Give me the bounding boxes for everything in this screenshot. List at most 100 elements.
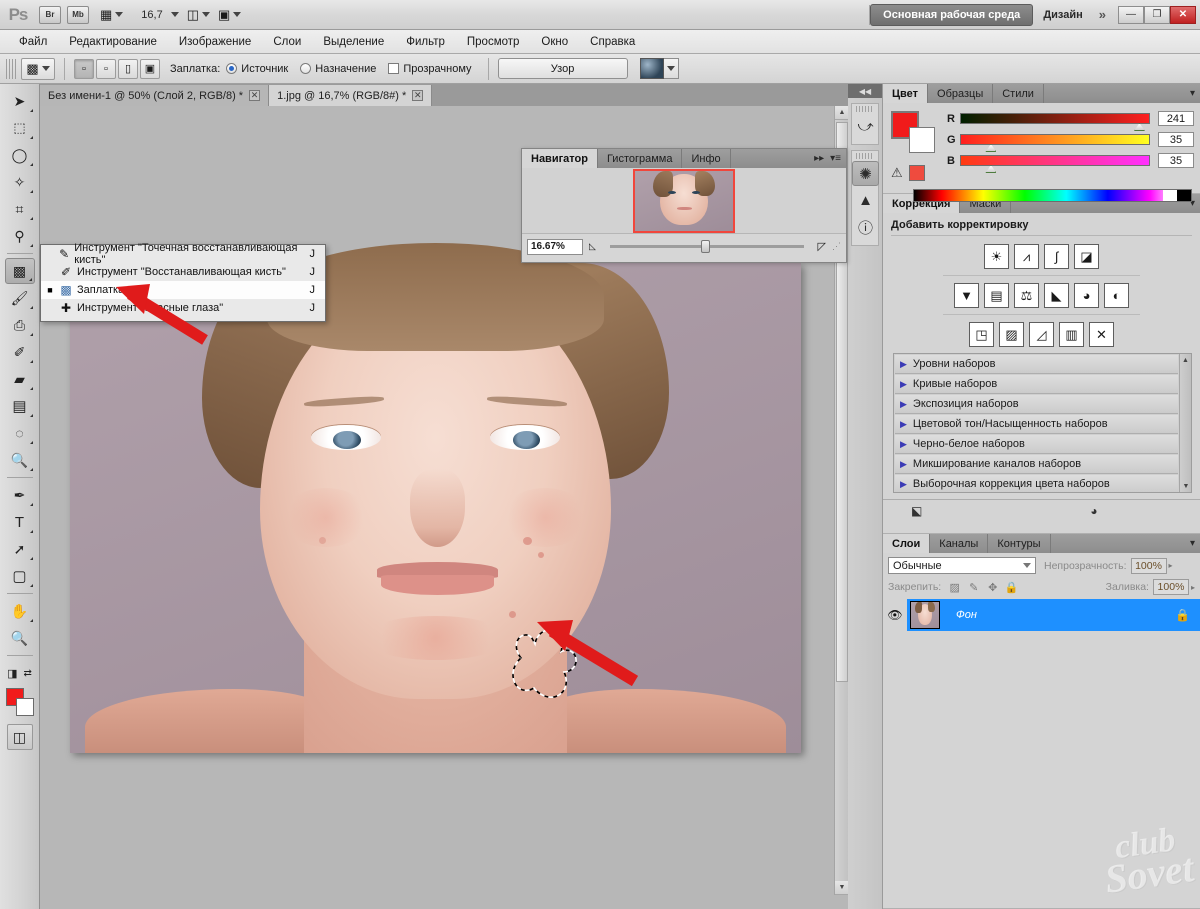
default-colors-button[interactable]: ◨ ⇄ xyxy=(5,660,35,686)
minimize-button[interactable]: — xyxy=(1118,5,1144,24)
tab-channels[interactable]: Каналы xyxy=(930,534,989,553)
g-value-field[interactable]: 35 xyxy=(1158,132,1194,147)
menu-filter[interactable]: Фильтр xyxy=(395,33,456,51)
bridge-button[interactable]: Br xyxy=(39,5,61,24)
menu-image[interactable]: Изображение xyxy=(168,33,262,51)
new-selection-button[interactable]: ▫ xyxy=(74,58,94,79)
posterize-icon[interactable]: ▨ xyxy=(999,322,1024,347)
tab-color[interactable]: Цвет xyxy=(883,84,929,103)
preset-levels[interactable]: ▶ Уровни наборов xyxy=(895,355,1178,374)
panel-menu-icon[interactable]: ▾≡ xyxy=(830,153,841,164)
patch-tool-flyout-menu[interactable]: ✎ Инструмент "Точечная восстанавливающая… xyxy=(40,242,326,322)
preset-channel-mixer[interactable]: ▶ Микширование каналов наборов xyxy=(895,455,1178,474)
menu-view[interactable]: Просмотр xyxy=(456,33,531,51)
tool-eraser[interactable]: ▰ xyxy=(5,366,35,392)
tool-shape[interactable]: ▢ xyxy=(5,563,35,589)
scroll-up-icon[interactable]: ▲ xyxy=(835,106,848,120)
tool-eyedropper[interactable]: ⚲ xyxy=(5,223,35,249)
menu-file[interactable]: Файл xyxy=(8,33,58,51)
pattern-picker-button[interactable] xyxy=(663,58,679,79)
opacity-field[interactable]: 100% xyxy=(1130,557,1167,574)
zoom-out-icon[interactable]: ◺ xyxy=(589,241,596,252)
destination-radio[interactable] xyxy=(300,63,312,74)
collapse-panels-button[interactable]: ◀◀ xyxy=(848,84,882,98)
fill-field[interactable]: 100% xyxy=(1152,579,1189,595)
b-slider-track[interactable] xyxy=(960,155,1150,173)
adjustments-icon[interactable]: ✺ xyxy=(852,161,879,186)
workspace-design-button[interactable]: Дизайн xyxy=(1033,9,1092,21)
g-slider-track[interactable] xyxy=(960,134,1150,152)
mini-bridge-button[interactable]: Mb xyxy=(67,5,89,24)
layer-thumbnail[interactable] xyxy=(910,601,940,629)
tab-styles[interactable]: Стили xyxy=(993,84,1044,103)
quick-mask-button[interactable]: ◫ xyxy=(6,724,33,750)
menu-window[interactable]: Окно xyxy=(530,33,579,51)
navigator-panel[interactable]: Навигатор Гистограмма Инфо ▸▸ ▾≡ 16.67% … xyxy=(521,148,847,263)
use-pattern-button[interactable]: Узор xyxy=(497,58,628,79)
blend-mode-select[interactable]: Обычные xyxy=(888,557,1036,574)
document-tab-untitled[interactable]: Без имени-1 @ 50% (Слой 2, RGB/8) * ✕ xyxy=(40,85,270,106)
tool-move[interactable]: ➤ xyxy=(5,88,35,114)
opacity-stepper-icon[interactable]: ▸ xyxy=(1169,561,1173,570)
menu-edit[interactable]: Редактирование xyxy=(58,33,168,51)
menu-layers[interactable]: Слои xyxy=(262,33,312,51)
presets-scrollbar[interactable]: ▲ ▼ xyxy=(1179,354,1191,492)
menu-select[interactable]: Выделение xyxy=(312,33,395,51)
color-spectrum-ramp[interactable] xyxy=(913,189,1192,202)
flyout-item-patch[interactable]: ■ ▩ Заплатка J xyxy=(41,281,325,299)
tool-marquee[interactable]: ⬚ xyxy=(5,115,35,141)
tool-quick-selection[interactable]: ✧ xyxy=(5,169,35,195)
black-swatch[interactable] xyxy=(1177,190,1191,201)
lock-image-icon[interactable]: ✎ xyxy=(966,580,981,595)
document-image[interactable] xyxy=(70,243,801,753)
navigator-zoom-slider[interactable] xyxy=(609,240,804,253)
preset-hue-saturation[interactable]: ▶ Цветовой тон/Насыщенность наборов xyxy=(895,415,1178,434)
b-value-field[interactable]: 35 xyxy=(1158,153,1194,168)
workspace-essentials-button[interactable]: Основная рабочая среда xyxy=(870,3,1034,26)
scroll-up-icon[interactable]: ▲ xyxy=(1180,354,1191,366)
navigator-preview[interactable] xyxy=(522,168,846,233)
flyout-item-red-eye[interactable]: ✚ Инструмент "Красные глаза" J xyxy=(41,299,325,317)
black-white-icon[interactable]: ◣ xyxy=(1044,283,1069,308)
curves-icon[interactable]: ∫ xyxy=(1044,244,1069,269)
levels-icon[interactable]: ⩘ xyxy=(1014,244,1039,269)
clip-to-layer-icon[interactable]: ⬕ xyxy=(911,504,922,518)
gamut-alternate-swatch[interactable] xyxy=(908,165,925,181)
preset-curves[interactable]: ▶ Кривые наборов xyxy=(895,375,1178,394)
panel-menu-icon[interactable]: ▾ xyxy=(1190,538,1195,549)
layer-visibility-toggle[interactable]: 👁 xyxy=(883,599,907,631)
r-slider-thumb[interactable] xyxy=(1133,123,1145,131)
layer-row-background[interactable]: 👁 Фон 🔒 xyxy=(883,599,1200,631)
histogram-icon[interactable]: ▲ xyxy=(852,188,879,213)
gamut-warning-icon[interactable]: ⚠ xyxy=(891,165,903,181)
tool-gradient[interactable]: ▤ xyxy=(5,393,35,419)
white-swatch[interactable] xyxy=(1163,190,1177,201)
transparent-checkbox[interactable] xyxy=(388,63,400,74)
tool-type[interactable]: T xyxy=(5,509,35,535)
close-icon[interactable]: ✕ xyxy=(249,90,261,101)
tool-history-brush[interactable]: ✐ xyxy=(5,339,35,365)
subtract-selection-button[interactable]: ▯ xyxy=(118,58,138,79)
gradient-map-icon[interactable]: ▥ xyxy=(1059,322,1084,347)
r-slider-track[interactable] xyxy=(960,113,1150,131)
layer-name[interactable]: Фон xyxy=(956,609,977,621)
options-bar-grip[interactable] xyxy=(6,58,16,79)
selective-color-icon[interactable]: ✕ xyxy=(1089,322,1114,347)
zoom-chevron-down-icon[interactable] xyxy=(170,12,179,17)
lock-all-icon[interactable]: 🔒 xyxy=(1004,580,1019,595)
tool-patch[interactable]: ▩ xyxy=(4,258,35,284)
b-slider-thumb[interactable] xyxy=(985,165,997,173)
navigator-zoom-field[interactable]: 16.67% xyxy=(527,238,583,255)
fill-stepper-icon[interactable]: ▸ xyxy=(1191,583,1195,592)
adjustment-presets-list[interactable]: ▶ Уровни наборов ▶ Кривые наборов ▶ Экспози… xyxy=(893,353,1192,493)
tool-lasso[interactable]: ◯ xyxy=(5,142,35,168)
menu-help[interactable]: Справка xyxy=(579,33,646,51)
photo-filter-icon[interactable]: ◕ xyxy=(1074,283,1099,308)
tool-crop[interactable]: ⌗ xyxy=(5,196,35,222)
close-button[interactable]: ✕ xyxy=(1170,5,1196,24)
r-value-field[interactable]: 241 xyxy=(1158,111,1194,126)
preset-black-white[interactable]: ▶ Черно-белое наборов xyxy=(895,435,1178,454)
lock-position-icon[interactable]: ✥ xyxy=(985,580,1000,595)
dock-grip[interactable] xyxy=(856,106,874,112)
document-tab-1jpg[interactable]: 1.jpg @ 16,7% (RGB/8#) * ✕ xyxy=(269,85,433,106)
